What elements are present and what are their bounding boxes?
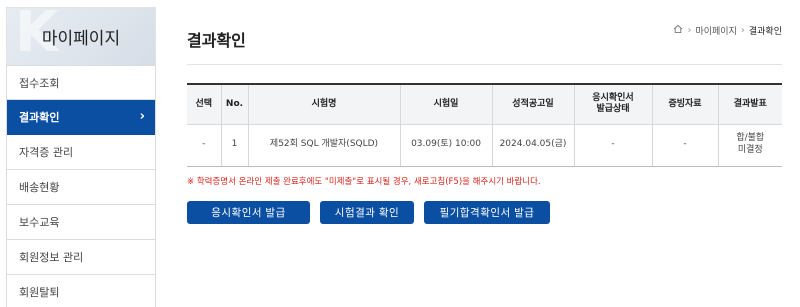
action-buttons: 응시확인서 발급 시험결과 확인 필기합격확인서 발급	[187, 201, 550, 224]
sidebar-item-withdrawal[interactable]: 회원탈퇴	[7, 275, 155, 307]
column-header-evidence: 증빙자료	[652, 84, 719, 125]
table-header-row: 선택 No. 시험명 시험일 성적공고일 응시확인서 발급상태 증빙자료 결과발…	[187, 84, 782, 125]
column-header-cert-status: 응시확인서 발급상태	[574, 84, 653, 125]
breadcrumb-item-mypage[interactable]: 마이페이지	[695, 24, 736, 37]
sidebar-item-member-info[interactable]: 회원정보 관리	[7, 240, 155, 275]
breadcrumb-item-current: 결과확인	[748, 27, 782, 37]
column-header-result: 결과발표	[718, 84, 782, 125]
cell-exam-date: 03.09(토) 10:00	[400, 124, 493, 167]
breadcrumb: › 마이페이지 › 결과확인	[673, 24, 782, 37]
cell-cert-status: -	[574, 124, 653, 167]
sidebar-item-receipt-inquiry[interactable]: 접수조회	[7, 65, 155, 100]
breadcrumb-separator-icon: ›	[740, 25, 745, 36]
sidebar: K 마이페이지 접수조회 결과확인 › 자격증 관리 배송현황 보수교육 회원정…	[6, 7, 156, 307]
issue-written-pass-button[interactable]: 필기합격확인서 발급	[424, 201, 550, 224]
column-header-exam-name: 시험명	[248, 84, 401, 125]
sidebar-item-result-check[interactable]: 결과확인 ›	[7, 100, 155, 135]
breadcrumb-separator-icon: ›	[687, 25, 692, 36]
cell-select: -	[187, 124, 222, 167]
cell-result: 합/불합 미결정	[718, 124, 782, 167]
column-header-announce-date: 성적공고일	[492, 84, 575, 125]
column-header-select: 선택	[187, 84, 222, 125]
sidebar-item-label: 접수조회	[19, 76, 60, 90]
sidebar-menu: 접수조회 결과확인 › 자격증 관리 배송현황 보수교육 회원정보 관리 회원탈…	[6, 65, 156, 307]
title-divider	[187, 64, 782, 65]
sidebar-item-delivery-status[interactable]: 배송현황	[7, 170, 155, 205]
cell-exam-name: 제52회 SQL 개발자(SQLD)	[248, 124, 401, 167]
sidebar-item-label: 회원탈퇴	[19, 286, 60, 299]
chevron-right-icon: ›	[139, 109, 145, 124]
issue-confirmation-button[interactable]: 응시확인서 발급	[187, 201, 310, 224]
refresh-notice: ※ 학력증명서 온라인 제출 완료후에도 "미제출"로 표시될 경우, 새로고침…	[187, 177, 541, 187]
check-result-button[interactable]: 시험결과 확인	[320, 201, 414, 224]
column-header-no: No.	[221, 84, 249, 125]
sidebar-item-label: 회원정보 관리	[19, 251, 84, 264]
sidebar-item-label: 자격증 관리	[19, 146, 74, 159]
sidebar-header: K 마이페이지	[6, 7, 156, 65]
home-icon[interactable]	[673, 24, 683, 37]
sidebar-item-certificate-management[interactable]: 자격증 관리	[7, 135, 155, 170]
page-title: 결과확인	[187, 31, 246, 50]
cell-announce-date: 2024.04.05(금)	[492, 124, 575, 167]
sidebar-item-label: 배송현황	[19, 181, 60, 194]
sidebar-title: 마이페이지	[41, 29, 121, 49]
sidebar-item-label: 결과확인	[19, 111, 60, 124]
column-header-exam-date: 시험일	[400, 84, 493, 125]
sidebar-item-label: 보수교육	[19, 216, 60, 229]
sidebar-item-continuing-education[interactable]: 보수교육	[7, 205, 155, 240]
cell-no: 1	[221, 124, 249, 167]
result-table: 선택 No. 시험명 시험일 성적공고일 응시확인서 발급상태 증빙자료 결과발…	[187, 83, 782, 167]
table-row: - 1 제52회 SQL 개발자(SQLD) 03.09(토) 10:00 20…	[187, 124, 782, 167]
cell-evidence: -	[652, 124, 719, 167]
